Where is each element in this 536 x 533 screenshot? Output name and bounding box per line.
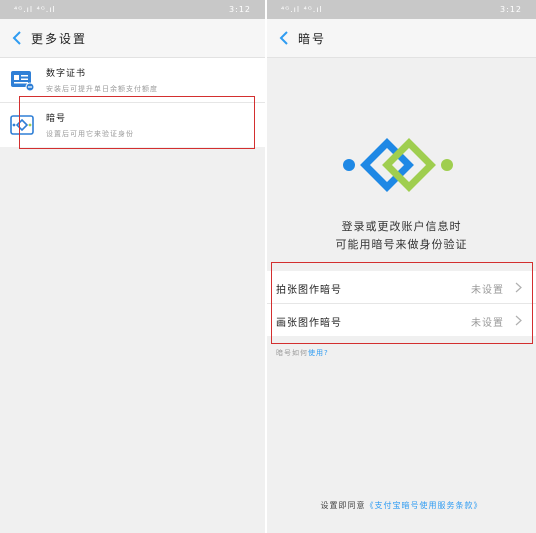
clock: 3:12	[500, 5, 522, 14]
back-arrow-icon[interactable]	[10, 30, 26, 46]
status-bar: ⁴ᴳ.ıl ⁴ᴳ.ıl 3:12	[267, 0, 536, 19]
clock: 3:12	[229, 5, 251, 14]
terms-link[interactable]: 《支付宝暗号使用服务条款》	[366, 501, 483, 510]
signal-indicator: ⁴ᴳ.ıl ⁴ᴳ.ıl	[281, 5, 323, 14]
agree-prefix: 设置即同意	[320, 501, 366, 510]
highlight-box	[271, 262, 533, 344]
status-bar: ⁴ᴳ.ıl ⁴ᴳ.ıl 3:12	[0, 0, 265, 19]
help-prefix: 暗号如何	[276, 349, 308, 357]
signal-indicator: ⁴ᴳ.ıl ⁴ᴳ.ıl	[14, 5, 56, 14]
more-settings-screen: ⁴ᴳ.ıl ⁴ᴳ.ıl 3:12 更多设置 数字证书 安装后可提升单日余额支付额…	[0, 0, 265, 533]
help-text: 暗号如何使用?	[276, 348, 329, 358]
page-title: 更多设置	[31, 32, 88, 46]
item-subtitle: 安装后可提升单日余额支付额度	[46, 85, 158, 93]
page-title: 暗号	[298, 32, 327, 46]
item-title: 数字证书	[46, 69, 87, 79]
agreement-text: 设置即同意《支付宝暗号使用服务条款》	[267, 500, 536, 511]
secret-code-screen: ⁴ᴳ.ıl ⁴ᴳ.ıl 3:12 暗号 登录或更改账户信息时 可能用暗号来做身份…	[267, 0, 536, 533]
description-line-2: 可能用暗号来做身份验证	[335, 238, 468, 251]
certificate-icon	[11, 71, 34, 92]
help-link[interactable]: 使用?	[308, 349, 329, 357]
nav-bar: 更多设置	[0, 19, 265, 58]
description-line-1: 登录或更改账户信息时	[341, 220, 462, 233]
back-arrow-icon[interactable]	[277, 30, 293, 46]
nav-bar: 暗号	[267, 19, 536, 58]
secret-code-logo-icon	[343, 138, 453, 192]
highlight-box	[19, 96, 255, 149]
